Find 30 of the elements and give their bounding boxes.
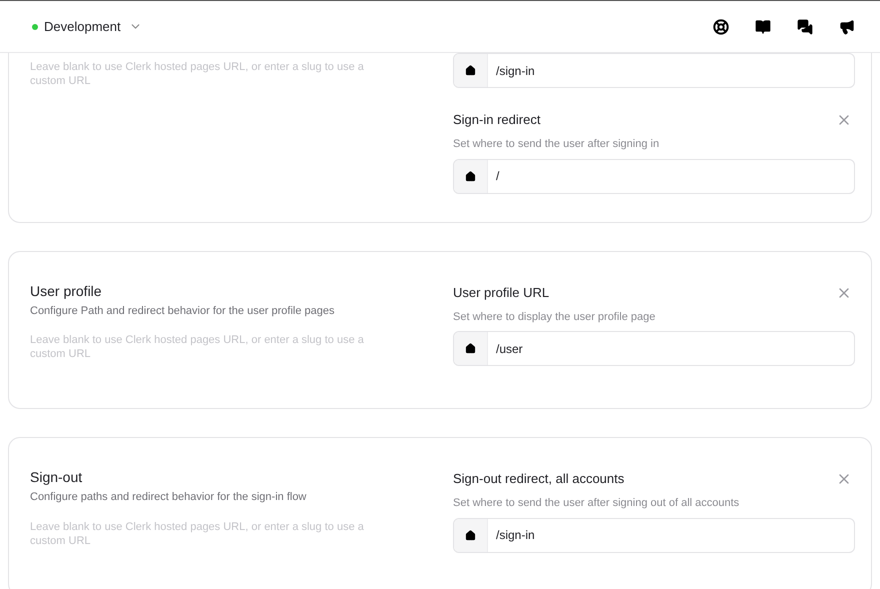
input-value: /user — [495, 340, 523, 358]
section-hint: Leave blank to use Clerk hosted pages URL, or enter a slug to use a custom URL — [30, 60, 365, 88]
field-label: Sign-in redirect — [453, 111, 540, 130]
home-icon — [465, 343, 476, 354]
field-label: User profile URL — [453, 284, 550, 302]
field-description: Set where to display the user profile page — [453, 310, 656, 324]
megaphone-icon[interactable] — [839, 18, 855, 34]
environment-selector[interactable]: Development — [32, 16, 142, 36]
section-hint: Leave blank to use Clerk hosted pages URL, or enter a slug to use a custom URL — [30, 520, 365, 548]
home-icon — [465, 65, 476, 76]
field-label: Sign-out redirect, all accounts — [453, 470, 624, 488]
field-description: Set where to send the user after signing in — [453, 137, 660, 152]
chat-icon[interactable] — [797, 18, 813, 34]
input-value: / — [495, 168, 500, 185]
home-icon — [465, 170, 476, 182]
input-value: /sign-in — [495, 62, 535, 80]
help-icon[interactable] — [713, 18, 729, 34]
url-input[interactable]: /user — [453, 331, 855, 366]
section-description: Configure paths and redirect behavior for the sign-in flow — [30, 490, 308, 505]
input-value: /sign-in — [495, 527, 535, 544]
url-input[interactable]: / — [453, 158, 855, 194]
home-icon — [465, 530, 476, 540]
section-title: User profile — [30, 282, 103, 300]
url-input[interactable]: /sign-in — [453, 53, 855, 88]
book-icon[interactable] — [755, 18, 771, 34]
section-description: Configure Path and redirect behavior for the user profile pages — [30, 304, 336, 318]
field-description: Set where to send the user after signing out of all accounts — [453, 496, 740, 511]
section-title: Sign-out — [30, 468, 84, 487]
section-hint: Leave blank to use Clerk hosted pages URL, or enter a slug to use a custom URL — [30, 333, 365, 361]
url-input[interactable]: /sign-in — [453, 518, 855, 552]
